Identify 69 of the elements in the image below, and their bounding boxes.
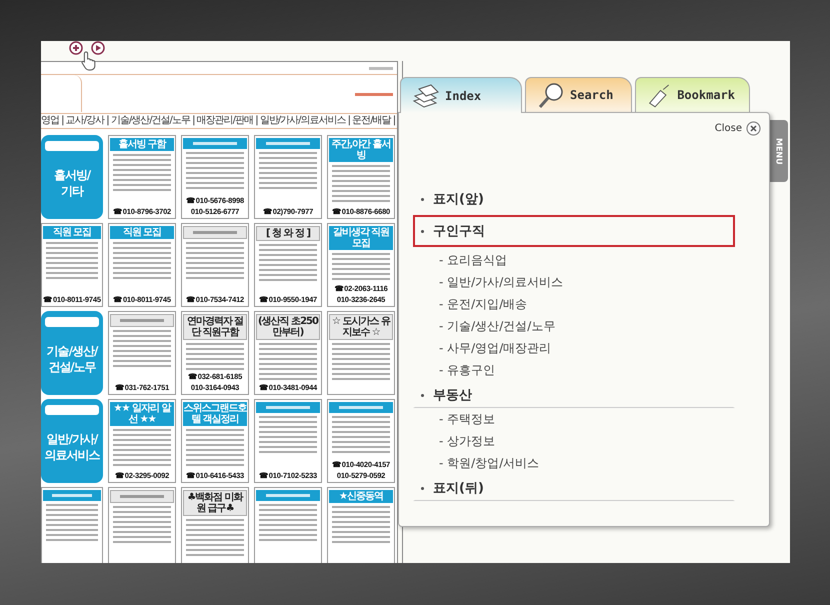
illegible-text-lines bbox=[256, 415, 320, 454]
illegible-text-lines bbox=[329, 342, 393, 381]
illegible-text-lines bbox=[183, 342, 247, 370]
bullet-icon bbox=[421, 230, 424, 232]
index-entry[interactable]: 표지(뒤) bbox=[413, 474, 735, 501]
ad-heading: 스위스그랜드호텔 객실정리 bbox=[183, 402, 247, 426]
index-subentry[interactable]: - 기술/생산/건설/노무 bbox=[413, 315, 735, 337]
ad-heading: ★★ 일자리 알선 ★★ bbox=[110, 402, 174, 426]
ad-heading: 직원 모집 bbox=[110, 226, 174, 239]
index-subentry[interactable]: - 유흥구인 bbox=[413, 359, 735, 381]
index-subentry[interactable]: - 사무/영업/매장관리 bbox=[413, 337, 735, 359]
category-label: 기술/생산/건설/노무 bbox=[46, 343, 99, 375]
ad-heading: ♣백화점 미화원 급구♣ bbox=[183, 490, 247, 516]
category-header-bar bbox=[45, 317, 99, 327]
illegible-text-lines bbox=[183, 518, 247, 557]
ad-heading: 주간,야간 홀서빙 bbox=[329, 138, 393, 162]
illegible-text-lines bbox=[110, 505, 174, 544]
illegible-text-lines bbox=[43, 241, 101, 280]
illegible-text-lines bbox=[183, 241, 247, 280]
panel-tab[interactable]: Index bbox=[400, 77, 522, 113]
ad-heading: 직원 모집 bbox=[43, 226, 101, 239]
index-subentry[interactable]: - 학원/창업/서비스 bbox=[413, 452, 735, 474]
panel-tab[interactable]: Search bbox=[525, 77, 632, 112]
index-subentry[interactable]: - 일반/가사/의료서비스 bbox=[413, 271, 735, 293]
category-nav-text: 영업 | 교사/강사 | 기술/생산/건설/노무 | 매장관리/판매 | 일반/가사/의료서비스 | 운전/배달 | bbox=[41, 114, 397, 129]
ad-heading: ★신중동역 bbox=[329, 490, 393, 503]
category-label: 일반/가사/의료서비스 bbox=[44, 431, 101, 463]
illegible-text-lines bbox=[110, 428, 174, 467]
illegible-text-lines bbox=[329, 415, 393, 454]
zoom-in-icon[interactable] bbox=[69, 41, 83, 55]
index-subentry[interactable]: - 상가정보 bbox=[413, 430, 735, 452]
bullet-icon bbox=[421, 486, 424, 490]
illegible-text-lines bbox=[256, 243, 320, 282]
bullet-icon bbox=[421, 394, 424, 396]
illegible-text-lines bbox=[256, 151, 320, 190]
category-header-bar bbox=[45, 405, 99, 415]
illegible-text-lines bbox=[256, 503, 320, 542]
ad-heading: 홀서빙 구함 bbox=[110, 138, 174, 151]
index-subentry[interactable]: - 운전/지입/배송 bbox=[413, 293, 735, 315]
illegible-text-lines bbox=[183, 151, 247, 190]
ad-heading: [ 청 와 정 ] bbox=[256, 226, 320, 241]
category-label: 홀서빙/기타 bbox=[52, 167, 92, 199]
illegible-text-lines bbox=[329, 164, 393, 203]
index-subentry[interactable]: - 요리음식업 bbox=[413, 249, 735, 271]
index-entry[interactable]: 구인구직 bbox=[413, 215, 735, 247]
bullet-icon bbox=[421, 198, 424, 200]
illegible-text-lines bbox=[256, 342, 320, 381]
illegible-text-lines bbox=[183, 428, 247, 467]
ad-heading: 연마경력자 절단 직원구함 bbox=[183, 314, 247, 340]
index-subentry[interactable]: - 주택정보 bbox=[413, 408, 735, 430]
panel-tab[interactable]: Bookmark bbox=[635, 77, 750, 112]
illegible-text-lines bbox=[369, 67, 393, 70]
index-entry[interactable]: 표지(앞) bbox=[413, 185, 735, 213]
illegible-text-lines bbox=[355, 93, 393, 96]
illegible-text-lines bbox=[329, 252, 393, 282]
ad-heading: ☆ 도시가스 유지보수 ☆ bbox=[329, 314, 393, 340]
close-icon bbox=[746, 121, 761, 136]
category-header-bar bbox=[45, 141, 99, 151]
illegible-text-lines bbox=[110, 241, 174, 280]
ad-heading: (생산직 초250만부터) bbox=[256, 314, 320, 340]
illegible-text-lines bbox=[43, 503, 101, 542]
ad-heading: 갈비생각 직원 모집 bbox=[329, 226, 393, 250]
next-page-icon[interactable] bbox=[91, 41, 105, 55]
pages-icon bbox=[411, 82, 441, 108]
illegible-text-lines bbox=[110, 329, 174, 368]
illegible-text-lines bbox=[329, 505, 393, 544]
index-entry[interactable]: 부동산 bbox=[413, 381, 735, 408]
close-button[interactable]: Close bbox=[714, 121, 761, 136]
illegible-text-lines bbox=[110, 153, 174, 192]
